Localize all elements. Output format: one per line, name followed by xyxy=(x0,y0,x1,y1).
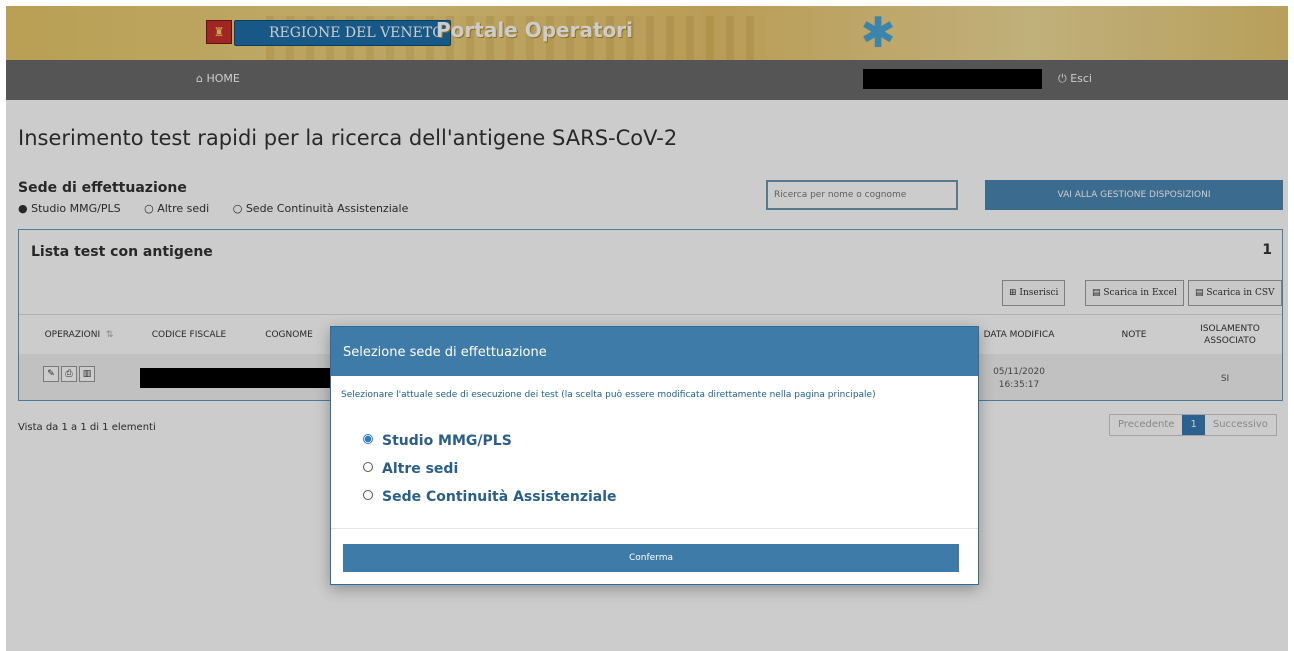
confirm-button[interactable]: Conferma xyxy=(343,544,959,572)
radio-unchecked-icon xyxy=(363,490,373,500)
sede-selection-modal: Selezione sede di effettuazione Selezion… xyxy=(330,326,979,585)
modal-option-label: Sede Continuità Assistenziale xyxy=(382,489,617,505)
modal-option-continuita[interactable]: Sede Continuità Assistenziale xyxy=(363,483,617,511)
radio-checked-icon xyxy=(363,434,373,444)
modal-option-label: Studio MMG/PLS xyxy=(382,433,512,449)
modal-option-studio[interactable]: Studio MMG/PLS xyxy=(363,427,617,455)
modal-divider xyxy=(331,528,978,529)
modal-option-altre[interactable]: Altre sedi xyxy=(363,455,617,483)
modal-title: Selezione sede di effettuazione xyxy=(331,327,978,376)
radio-unchecked-icon xyxy=(363,462,373,472)
app-frame: ♜ REGIONE DEL VENETO Portale Operatori ✱… xyxy=(6,6,1288,651)
modal-description: Selezionare l'attuale sede di esecuzione… xyxy=(341,390,876,400)
modal-radio-group: Studio MMG/PLS Altre sedi Sede Continuit… xyxy=(363,427,617,511)
modal-option-label: Altre sedi xyxy=(382,461,459,477)
